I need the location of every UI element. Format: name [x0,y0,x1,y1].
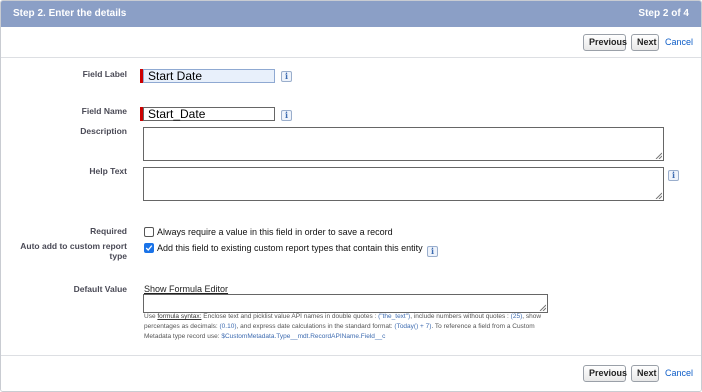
default-value-label: Default Value [73,284,127,294]
field-label-label: Field Label [82,69,127,79]
resize-grip-icon[interactable] [539,304,546,311]
step-counter: Step 2 of 4 [638,8,689,19]
formula-help-text: Use formula syntax: Enclose text and pic… [144,312,554,342]
formula-syntax-link[interactable]: formula syntax: [157,313,201,320]
top-button-bar: Previous Next Cancel [1,27,701,58]
help-text-fragment: , and express date calculations in the s… [236,323,395,330]
help-text-fragment: , include numbers without quotes : [410,313,511,320]
required-checkbox[interactable] [144,227,154,237]
description-textarea[interactable] [143,127,664,161]
next-button-bottom[interactable]: Next [631,365,659,382]
help-text-fragment: Enclose text and picklist value API name… [201,313,379,320]
cancel-link-bottom[interactable]: Cancel [665,368,693,378]
required-checkbox-text: Always require a value in this field in … [157,227,393,237]
help-example: (Today() + 7) [394,323,432,330]
next-button-top[interactable]: Next [631,34,659,51]
field-name-input[interactable]: Start_Date [143,107,275,121]
cancel-link-top[interactable]: Cancel [665,37,693,47]
resize-grip-icon[interactable] [655,152,662,159]
auto-add-checkbox-text: Add this field to existing custom report… [157,243,423,253]
help-example: (25) [510,313,523,320]
wizard-panel: Step 2. Enter the details Step 2 of 4 Pr… [0,0,702,392]
help-text-info-icon[interactable]: i [668,170,679,181]
auto-add-label-line1: Auto add to custom report [20,241,127,251]
resize-grip-icon[interactable] [655,192,662,199]
checkmark-icon [145,245,153,251]
help-text-textarea[interactable] [143,167,664,201]
auto-add-label: Auto add to custom report type [1,241,127,261]
help-example: ("the_text") [378,313,411,320]
field-label-input[interactable]: Start Date [143,69,275,83]
previous-button-bottom[interactable]: Previous [583,365,627,382]
default-value-textarea[interactable] [143,294,548,313]
help-example: (0.10) [219,323,237,330]
help-example: $CustomMetadata.Type__mdt.RecordAPIName.… [221,333,386,340]
auto-add-info-icon[interactable]: i [427,246,438,257]
field-label-info-icon[interactable]: i [281,71,292,82]
bottom-button-bar: Previous Next Cancel [1,355,701,391]
field-name-label: Field Name [81,106,127,116]
show-formula-editor-link[interactable]: Show Formula Editor [144,284,228,294]
step-title: Step 2. Enter the details [13,8,127,19]
required-label: Required [90,226,127,236]
description-label: Description [80,126,127,136]
step-header: Step 2. Enter the details Step 2 of 4 [1,1,701,27]
help-text-label: Help Text [89,166,127,176]
previous-button-top[interactable]: Previous [583,34,627,51]
auto-add-label-line2: type [109,251,127,261]
field-name-info-icon[interactable]: i [281,110,292,121]
help-text-fragment: Use [144,313,158,320]
auto-add-checkbox[interactable] [144,243,154,253]
